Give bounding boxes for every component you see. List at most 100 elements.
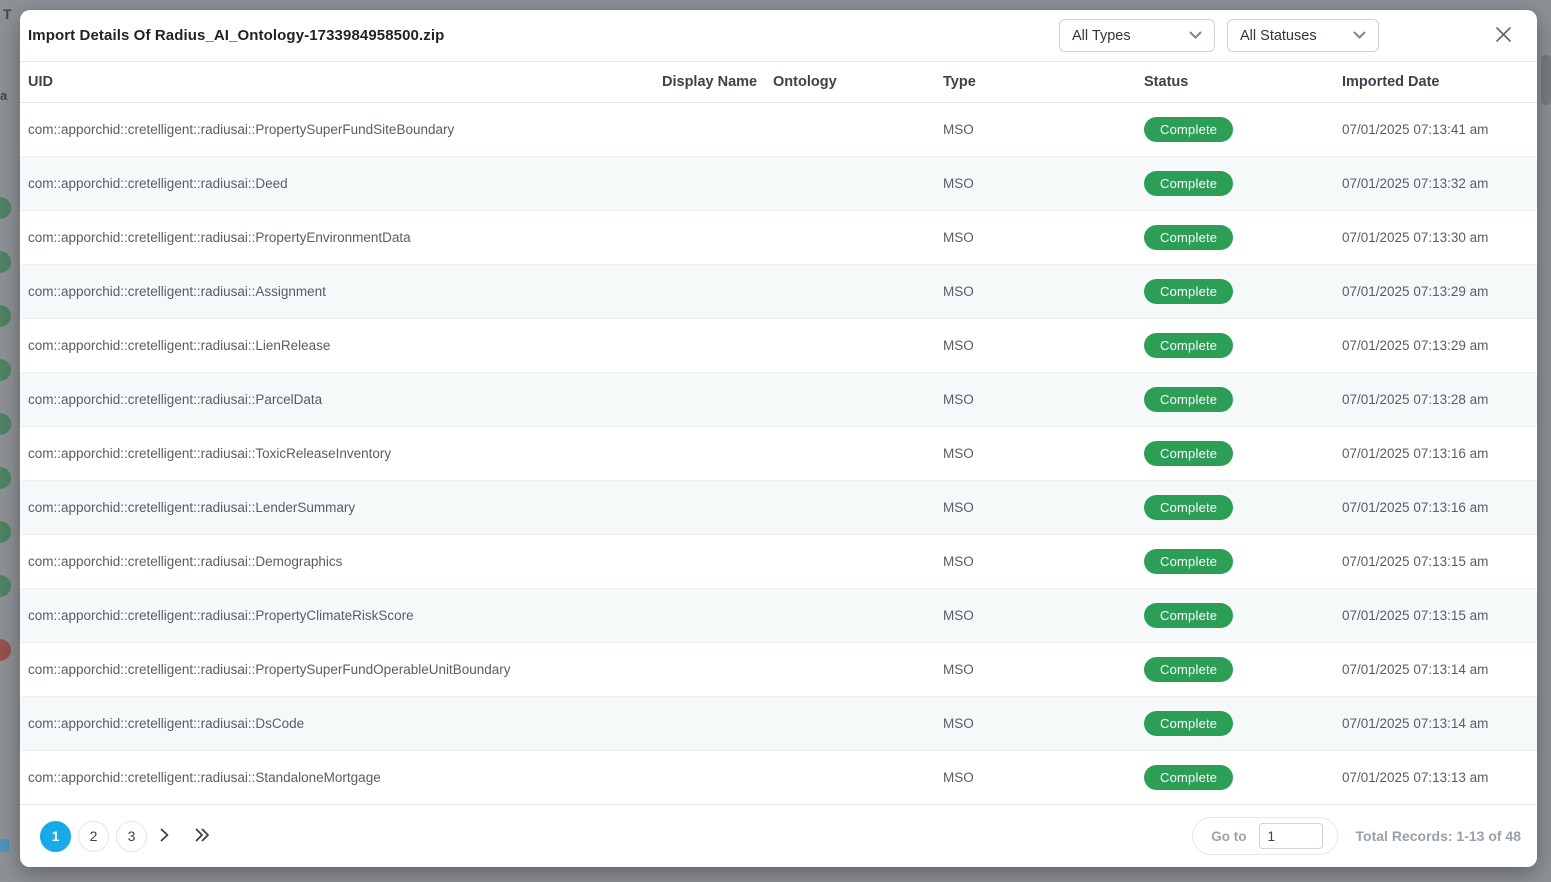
cell-ontology bbox=[765, 642, 935, 696]
table-row: com::apporchid::cretelligent::radiusai::… bbox=[20, 588, 1537, 642]
table-row: com::apporchid::cretelligent::radiusai::… bbox=[20, 480, 1537, 534]
dialog-footer: 123 Go to Total Records: 1-13 of 48 bbox=[20, 804, 1537, 867]
column-header-ontology: Ontology bbox=[765, 62, 935, 102]
cell-ontology bbox=[765, 480, 935, 534]
column-header-status: Status bbox=[1136, 62, 1334, 102]
cell-uid: com::apporchid::cretelligent::radiusai::… bbox=[20, 426, 654, 480]
backdrop-badge-fragment bbox=[0, 251, 11, 273]
status-filter-dropdown[interactable]: All Statuses bbox=[1227, 19, 1379, 52]
cell-uid: com::apporchid::cretelligent::radiusai::… bbox=[20, 480, 654, 534]
table-row: com::apporchid::cretelligent::radiusai::… bbox=[20, 534, 1537, 588]
next-page-button[interactable] bbox=[147, 821, 181, 852]
cell-imported-date: 07/01/2025 07:13:14 am bbox=[1334, 642, 1537, 696]
close-dialog-button[interactable] bbox=[1491, 24, 1515, 48]
cell-type: MSO bbox=[935, 426, 1136, 480]
cell-status: Complete bbox=[1136, 588, 1334, 642]
status-badge: Complete bbox=[1144, 117, 1233, 142]
goto-label: Go to bbox=[1211, 829, 1246, 844]
goto-page-control: Go to bbox=[1192, 817, 1337, 855]
cell-ontology bbox=[765, 426, 935, 480]
table-header-row: UIDDisplay NameOntologyTypeStatusImporte… bbox=[20, 62, 1537, 102]
cell-ontology bbox=[765, 264, 935, 318]
last-page-button[interactable] bbox=[185, 821, 219, 852]
cell-uid: com::apporchid::cretelligent::radiusai::… bbox=[20, 318, 654, 372]
type-filter-dropdown[interactable]: All Types bbox=[1059, 19, 1215, 52]
table-row: com::apporchid::cretelligent::radiusai::… bbox=[20, 372, 1537, 426]
cell-ontology bbox=[765, 156, 935, 210]
cell-display-name bbox=[654, 156, 765, 210]
status-badge: Complete bbox=[1144, 387, 1233, 412]
backdrop-badge-fragment bbox=[0, 197, 11, 219]
goto-page-input[interactable] bbox=[1259, 823, 1323, 849]
cell-imported-date: 07/01/2025 07:13:15 am bbox=[1334, 534, 1537, 588]
import-details-dialog: Import Details Of Radius_AI_Ontology-173… bbox=[20, 10, 1537, 867]
status-badge: Complete bbox=[1144, 765, 1233, 790]
page-button-3[interactable]: 3 bbox=[116, 821, 147, 852]
cell-uid: com::apporchid::cretelligent::radiusai::… bbox=[20, 534, 654, 588]
cell-status: Complete bbox=[1136, 318, 1334, 372]
cell-display-name bbox=[654, 642, 765, 696]
status-filter-value: All Statuses bbox=[1240, 28, 1317, 44]
dialog-header: Import Details Of Radius_AI_Ontology-173… bbox=[20, 10, 1537, 62]
cell-uid: com::apporchid::cretelligent::radiusai::… bbox=[20, 102, 654, 156]
backdrop-badge-fragment bbox=[0, 359, 11, 381]
column-header-imported-date: Imported Date bbox=[1334, 62, 1537, 102]
table-row: com::apporchid::cretelligent::radiusai::… bbox=[20, 156, 1537, 210]
cell-status: Complete bbox=[1136, 102, 1334, 156]
cell-display-name bbox=[654, 318, 765, 372]
type-filter-value: All Types bbox=[1072, 28, 1131, 44]
dialog-title: Import Details Of Radius_AI_Ontology-173… bbox=[28, 27, 1059, 44]
cell-display-name bbox=[654, 264, 765, 318]
cell-type: MSO bbox=[935, 264, 1136, 318]
table-row: com::apporchid::cretelligent::radiusai::… bbox=[20, 696, 1537, 750]
table-row: com::apporchid::cretelligent::radiusai::… bbox=[20, 318, 1537, 372]
cell-status: Complete bbox=[1136, 534, 1334, 588]
page-button-1[interactable]: 1 bbox=[40, 821, 71, 852]
status-badge: Complete bbox=[1144, 657, 1233, 682]
table-row: com::apporchid::cretelligent::radiusai::… bbox=[20, 426, 1537, 480]
cell-imported-date: 07/01/2025 07:13:41 am bbox=[1334, 102, 1537, 156]
cell-imported-date: 07/01/2025 07:13:29 am bbox=[1334, 264, 1537, 318]
status-badge: Complete bbox=[1144, 711, 1233, 736]
backdrop-badge-fragment bbox=[0, 521, 11, 543]
cell-type: MSO bbox=[935, 642, 1136, 696]
cell-display-name bbox=[654, 480, 765, 534]
cell-ontology bbox=[765, 534, 935, 588]
cell-type: MSO bbox=[935, 696, 1136, 750]
backdrop-icon-fragment bbox=[0, 839, 9, 852]
cell-uid: com::apporchid::cretelligent::radiusai::… bbox=[20, 588, 654, 642]
backdrop-badge-fragment bbox=[0, 639, 11, 661]
cell-type: MSO bbox=[935, 588, 1136, 642]
cell-type: MSO bbox=[935, 750, 1136, 804]
cell-display-name bbox=[654, 534, 765, 588]
cell-imported-date: 07/01/2025 07:13:29 am bbox=[1334, 318, 1537, 372]
cell-status: Complete bbox=[1136, 480, 1334, 534]
cell-type: MSO bbox=[935, 372, 1136, 426]
close-icon bbox=[1495, 26, 1512, 46]
cell-status: Complete bbox=[1136, 264, 1334, 318]
table-row: com::apporchid::cretelligent::radiusai::… bbox=[20, 750, 1537, 804]
table-row: com::apporchid::cretelligent::radiusai::… bbox=[20, 264, 1537, 318]
cell-display-name bbox=[654, 750, 765, 804]
column-header-uid: UID bbox=[20, 62, 654, 102]
cell-display-name bbox=[654, 588, 765, 642]
cell-uid: com::apporchid::cretelligent::radiusai::… bbox=[20, 696, 654, 750]
cell-uid: com::apporchid::cretelligent::radiusai::… bbox=[20, 156, 654, 210]
cell-imported-date: 07/01/2025 07:13:16 am bbox=[1334, 480, 1537, 534]
page-button-2[interactable]: 2 bbox=[78, 821, 109, 852]
status-badge: Complete bbox=[1144, 495, 1233, 520]
column-header-display-name: Display Name bbox=[654, 62, 765, 102]
table-row: com::apporchid::cretelligent::radiusai::… bbox=[20, 210, 1537, 264]
cell-status: Complete bbox=[1136, 696, 1334, 750]
status-badge: Complete bbox=[1144, 603, 1233, 628]
cell-imported-date: 07/01/2025 07:13:13 am bbox=[1334, 750, 1537, 804]
backdrop-scrollbar-thumb bbox=[1541, 55, 1551, 105]
cell-imported-date: 07/01/2025 07:13:30 am bbox=[1334, 210, 1537, 264]
status-badge: Complete bbox=[1144, 333, 1233, 358]
backdrop-text-fragment: T bbox=[3, 6, 12, 22]
status-badge: Complete bbox=[1144, 171, 1233, 196]
cell-display-name bbox=[654, 696, 765, 750]
status-badge: Complete bbox=[1144, 225, 1233, 250]
cell-display-name bbox=[654, 426, 765, 480]
import-table-container: UIDDisplay NameOntologyTypeStatusImporte… bbox=[20, 62, 1537, 804]
